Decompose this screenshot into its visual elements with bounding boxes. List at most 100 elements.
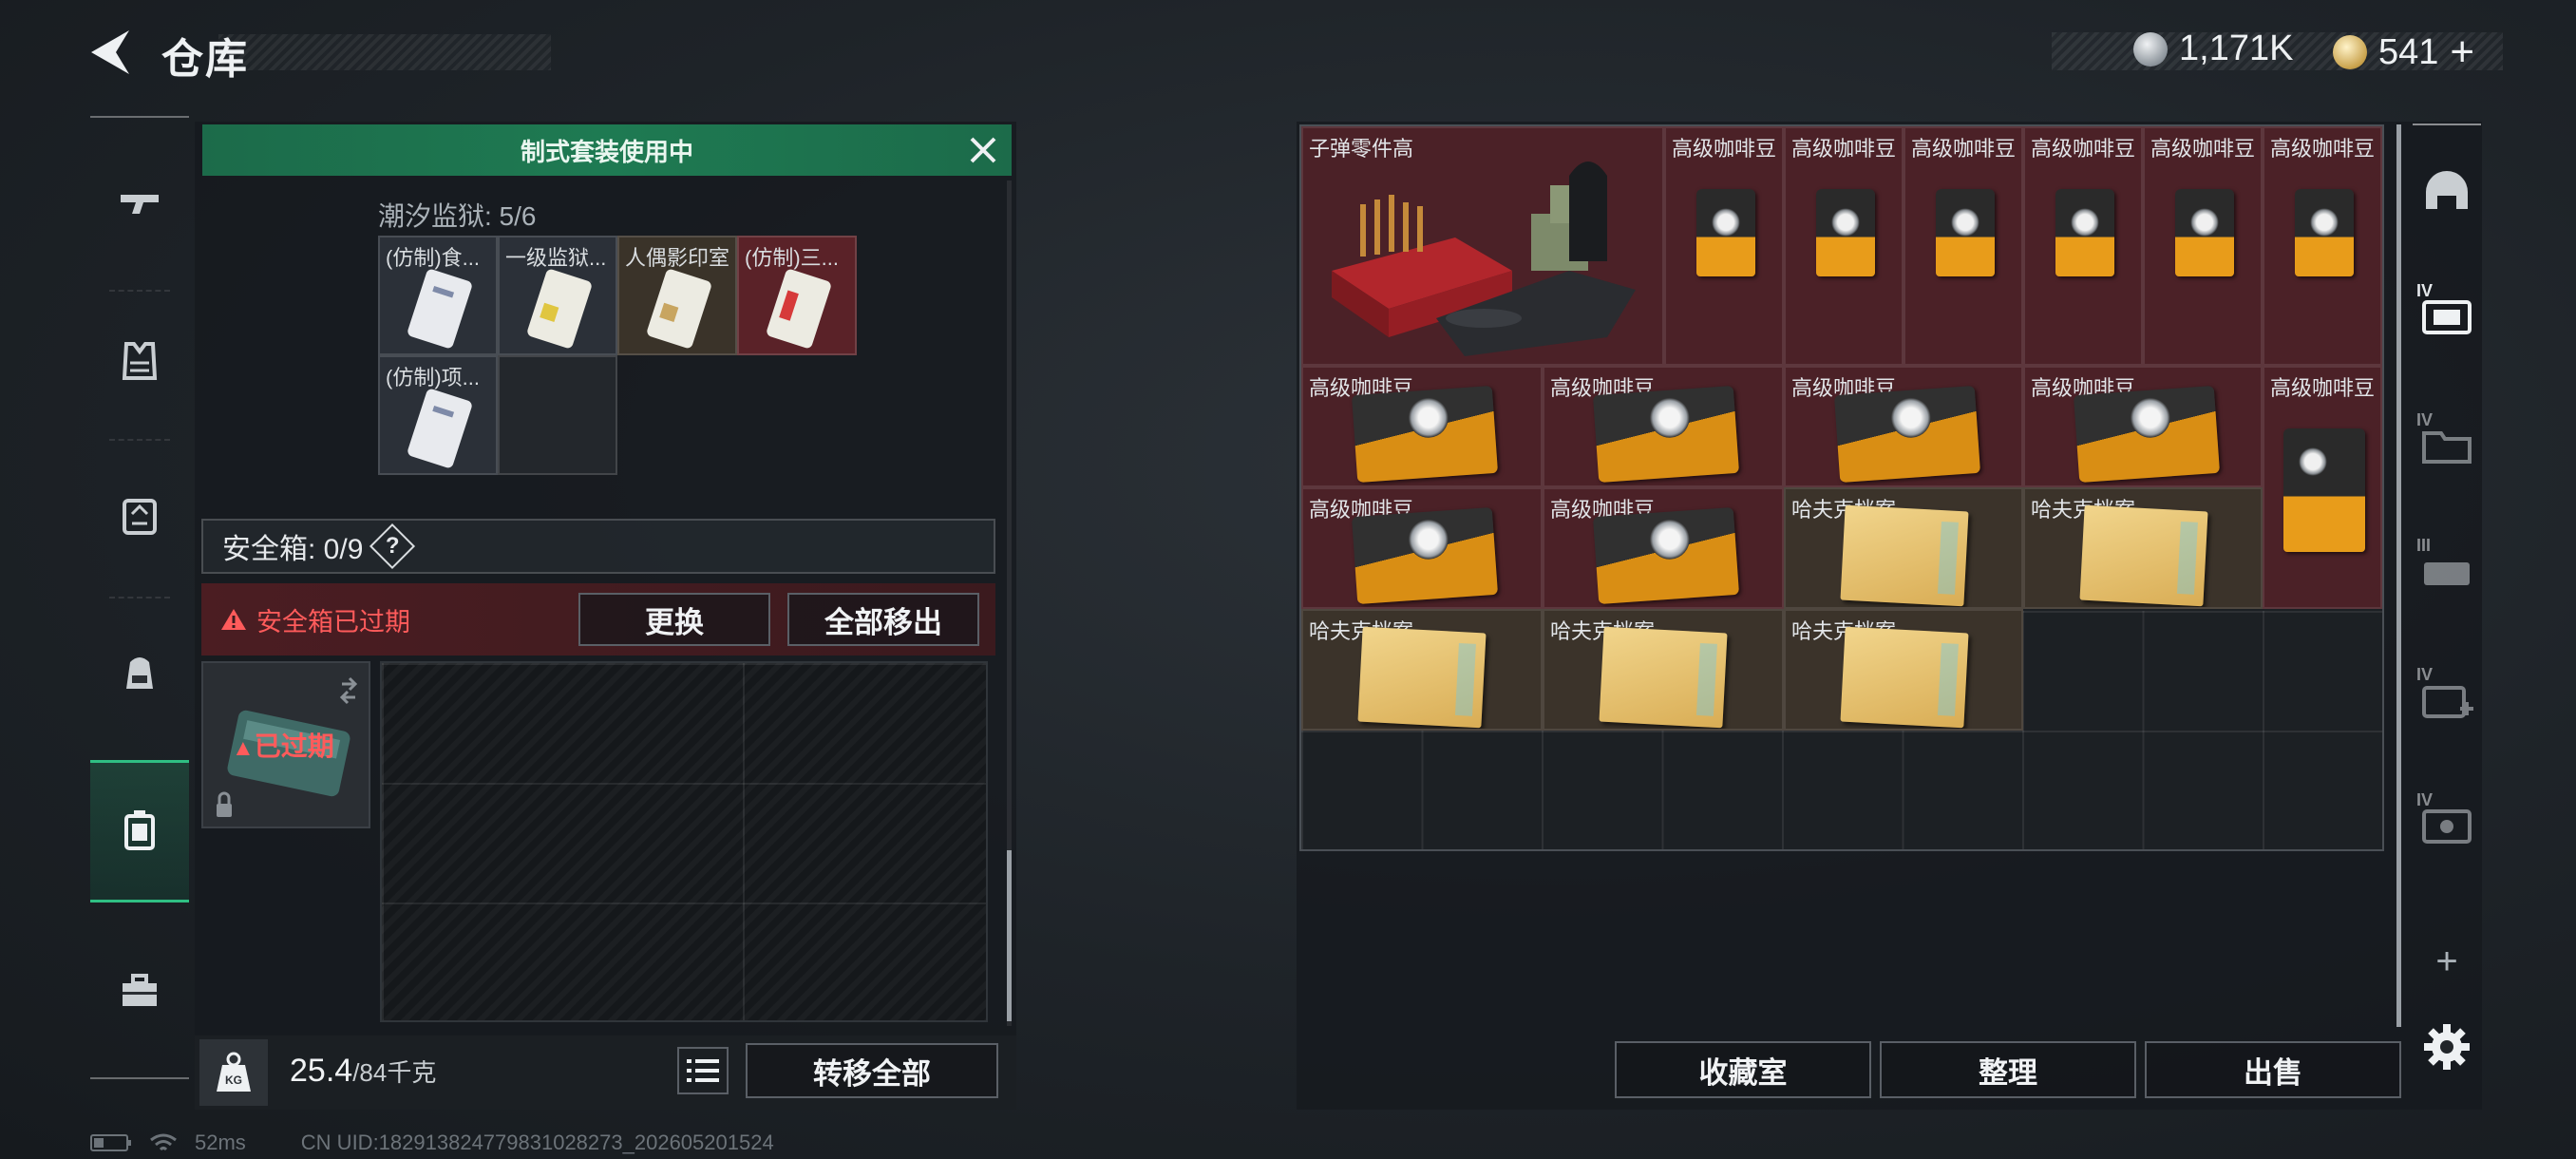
sidebar-divider xyxy=(109,439,170,441)
sidebar-item-backpack[interactable] xyxy=(90,602,189,745)
item-label: 高级咖啡豆 xyxy=(2031,137,2136,161)
coffee-beans-tin-item[interactable]: 高级咖啡豆 xyxy=(1301,487,1543,609)
haavk-file-item[interactable]: 哈夫克档案 xyxy=(1301,609,1543,731)
item-label: 高级咖啡豆 xyxy=(1911,137,2017,161)
sidebar-item-armor[interactable] xyxy=(90,290,189,432)
coffee-beans-tin-item[interactable]: 高级咖啡豆 xyxy=(1301,366,1543,487)
keycard-item[interactable]: 人偶影印室 xyxy=(617,236,737,355)
right-tab-case-3[interactable]: III xyxy=(2413,532,2481,608)
coffee-beans-bag-item[interactable]: 高级咖啡豆 xyxy=(1784,126,1904,366)
carry-weight: 25.4/84千克 xyxy=(290,1053,437,1089)
page-title: 仓库 xyxy=(161,36,249,83)
coffee-beans-bag-item[interactable]: 高级咖啡豆 xyxy=(2023,126,2143,366)
right-tab-main-storage[interactable] xyxy=(2413,154,2481,230)
replace-button[interactable]: 更换 xyxy=(578,593,770,646)
coffee-beans-bag-item[interactable]: 高级咖啡豆 xyxy=(2143,126,2263,366)
organize-button[interactable]: 整理 xyxy=(1880,1041,2136,1098)
coffee-tin-icon xyxy=(1833,385,1981,484)
haavk-file-item[interactable]: 哈夫克档案 xyxy=(1543,609,1784,731)
gold-coin-icon xyxy=(2333,35,2367,69)
keycard-item[interactable]: (仿制)三... xyxy=(737,236,857,355)
back-arrow-icon[interactable] xyxy=(87,27,133,78)
coffee-tin-icon xyxy=(1592,506,1740,605)
help-icon[interactable]: ? xyxy=(369,522,416,570)
coffee-bag-icon xyxy=(1936,189,1995,276)
backpack-icon xyxy=(126,657,153,689)
file-folder-icon xyxy=(1357,626,1487,729)
transfer-all-button[interactable]: 转移全部 xyxy=(746,1043,998,1098)
coffee-beans-bag-item[interactable]: 高级咖啡豆 xyxy=(2263,366,2382,609)
keycard-item[interactable]: (仿制)项... xyxy=(378,355,498,475)
haavk-file-item[interactable]: 哈夫克档案 xyxy=(1784,487,2023,609)
gold-currency[interactable]: 541 + xyxy=(2333,28,2474,76)
sidebar-bottom-line xyxy=(90,1077,189,1079)
sidebar-item-toolbox[interactable] xyxy=(90,920,189,1062)
right-scrollbar[interactable] xyxy=(2396,124,2401,1027)
coffee-beans-tin-item[interactable]: 高级咖啡豆 xyxy=(2023,366,2263,487)
coffee-bag-icon xyxy=(2283,428,2365,552)
keycard-item[interactable]: (仿制)食... xyxy=(378,236,498,355)
list-icon xyxy=(687,1059,719,1082)
file-folder-icon xyxy=(2079,504,2208,607)
haavk-file-item[interactable]: 哈夫克档案 xyxy=(1784,609,2023,731)
loadout-in-use-banner: 制式套装使用中 xyxy=(202,124,1012,176)
keycard-icon xyxy=(407,269,472,349)
gold-add-button[interactable]: + xyxy=(2450,28,2474,76)
safebox-expired-text: 安全箱已过期 xyxy=(256,607,410,636)
add-tab-button[interactable]: + xyxy=(2413,923,2481,999)
warning-icon xyxy=(221,609,246,630)
helmet-icon xyxy=(2426,171,2468,209)
keycard-item[interactable]: 一级监狱... xyxy=(498,236,617,355)
silver-currency: 1,171K xyxy=(2133,28,2293,69)
sell-button[interactable]: 出售 xyxy=(2145,1041,2401,1098)
left-scrollbar-thumb[interactable] xyxy=(1007,850,1012,1021)
remove-all-button[interactable]: 全部移出 xyxy=(787,593,979,646)
collection-progress-label: 潮汐监狱: 5/6 xyxy=(378,201,537,231)
right-tab-case-5[interactable]: IV xyxy=(2413,787,2481,863)
haavk-file-item[interactable]: 哈夫克档案 xyxy=(2023,487,2263,609)
svg-text:KG: KG xyxy=(225,1074,242,1087)
coffee-bag-icon xyxy=(2055,189,2114,276)
status-bar: 52ms CN UID:1829138247798310282​73_20260… xyxy=(90,1130,774,1155)
file-folder-icon xyxy=(1840,626,1969,729)
safebox-icon xyxy=(124,810,155,850)
safebox-storage-grid[interactable] xyxy=(380,661,988,1022)
settings-gear-button[interactable] xyxy=(2413,1009,2481,1085)
coffee-beans-tin-item[interactable]: 高级咖啡豆 xyxy=(1543,487,1784,609)
collection-room-button[interactable]: 收藏室 xyxy=(1615,1041,1871,1098)
right-tab-case-1[interactable]: IV xyxy=(2413,277,2481,353)
empty-card-slot[interactable] xyxy=(498,355,617,475)
toolbox-icon xyxy=(123,974,157,1006)
list-view-button[interactable] xyxy=(677,1047,729,1094)
coffee-bag-icon xyxy=(1696,189,1755,276)
coffee-tin-icon xyxy=(1351,506,1499,605)
gold-amount: 541 xyxy=(2378,31,2439,72)
coffee-beans-bag-item[interactable]: 高级咖啡豆 xyxy=(1664,126,1784,366)
coffee-bag-icon xyxy=(2175,189,2234,276)
safebox-capacity-bar: 安全箱: 0/9 ? xyxy=(201,519,995,574)
item-label: 高级咖啡豆 xyxy=(2270,137,2376,161)
coffee-beans-tin-item[interactable]: 高级咖啡豆 xyxy=(1543,366,1784,487)
right-tab-case-4[interactable]: IV xyxy=(2413,661,2481,737)
keycard-icon xyxy=(767,269,831,349)
close-icon[interactable] xyxy=(964,133,1002,167)
right-tab-case-2[interactable]: IV xyxy=(2413,407,2481,483)
coffee-bag-icon xyxy=(1816,189,1875,276)
sidebar-item-chest-rig[interactable] xyxy=(90,445,189,587)
ping-text: 52ms xyxy=(195,1130,246,1154)
coffee-tin-icon xyxy=(1592,385,1740,484)
safebox-capacity-label: 安全箱: 0/9 xyxy=(222,534,364,565)
item-label: 高级咖啡豆 xyxy=(1791,137,1897,161)
coffee-beans-bag-item[interactable]: 高级咖啡豆 xyxy=(1904,126,2023,366)
keycard-icon xyxy=(647,269,711,349)
ammo-parts-item[interactable]: 子弹零件高 xyxy=(1301,126,1664,366)
coffee-beans-bag-item[interactable]: 高级咖啡豆 xyxy=(2263,126,2382,366)
case-expired-label: ▲已过期 xyxy=(232,732,334,761)
coffee-beans-tin-item[interactable]: 高级咖啡豆 xyxy=(1784,366,2023,487)
keycard-icon xyxy=(527,269,592,349)
sidebar-item-safebox[interactable] xyxy=(90,760,189,902)
uid-text: CN UID:1829138247798310282​73_2026052015… xyxy=(300,1130,774,1154)
item-label: 高级咖啡豆 xyxy=(1672,137,1777,161)
weight-icon: KG xyxy=(199,1039,268,1106)
sidebar-item-weapons[interactable] xyxy=(90,133,189,276)
